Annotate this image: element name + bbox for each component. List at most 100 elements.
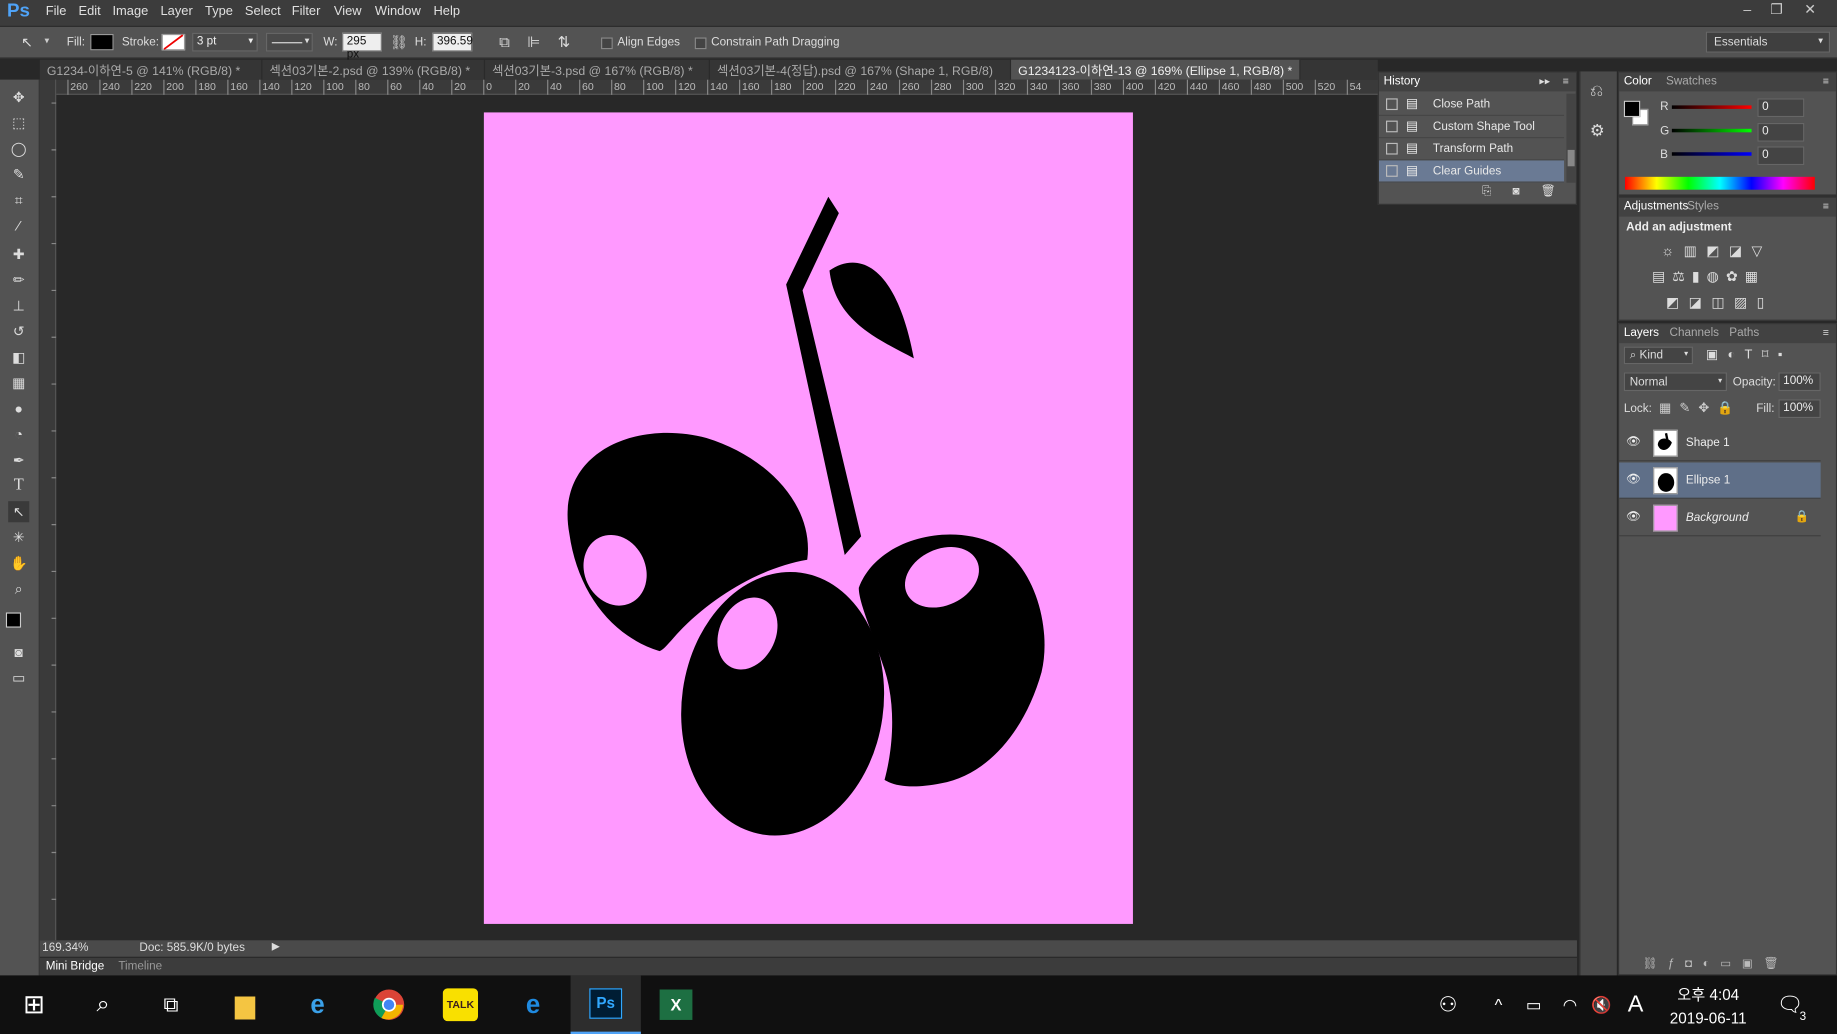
eye-icon[interactable]: 👁 — [1626, 473, 1641, 486]
new-document-from-state-icon[interactable]: ⎘ — [1482, 185, 1491, 198]
path-arrangement-icon[interactable]: ⇅ — [558, 33, 571, 52]
tab-document-5[interactable]: G1234123-이하연-13 @ 169% (Ellipse 1, RGB/8… — [1011, 59, 1301, 80]
menu-layer[interactable]: Layer — [161, 5, 193, 19]
checkbox-icon[interactable] — [1386, 98, 1398, 111]
hand-tool-icon[interactable]: ✋ — [8, 553, 29, 574]
panel-menu-icon[interactable]: ≡ — [1823, 75, 1829, 87]
search-icon[interactable]: ⌕ — [83, 985, 123, 1025]
green-field[interactable]: 0 — [1757, 122, 1805, 142]
tab-document-1[interactable]: G1234-이하연-5 @ 141% (RGB/8) * — [40, 59, 263, 80]
checkbox-icon[interactable] — [1386, 142, 1398, 155]
quick-select-tool-icon[interactable]: ✎ — [8, 164, 29, 185]
tab-document-2[interactable]: 섹션03기본-2.psd @ 139% (RGB/8) * — [262, 59, 486, 80]
tab-mini-bridge[interactable]: Mini Bridge — [46, 960, 105, 973]
pen-tool-icon[interactable]: ✒ — [8, 450, 29, 471]
camera-icon[interactable]: ◙ — [1513, 185, 1520, 198]
tab-layers[interactable]: Layers — [1624, 327, 1659, 340]
kakaotalk-icon[interactable]: TALK — [442, 988, 479, 1022]
brush-tool-icon[interactable]: ✏ — [8, 269, 29, 290]
healing-tool-icon[interactable]: ✚ — [8, 244, 29, 265]
battery-icon[interactable]: ▭ — [1514, 985, 1554, 1025]
move-tool-icon[interactable]: ✥ — [8, 87, 29, 108]
menu-edit[interactable]: Edit — [78, 5, 100, 19]
menu-type[interactable]: Type — [205, 5, 233, 19]
color-spectrum[interactable] — [1625, 176, 1815, 190]
chrome-icon[interactable] — [369, 985, 409, 1025]
adjustment-icons-row-3[interactable]: ◩◪◫▨▯ — [1666, 294, 1774, 310]
tab-history[interactable]: History — [1384, 75, 1420, 88]
foreground-color[interactable] — [5, 612, 22, 628]
screen-mode-icon[interactable]: ▭ — [8, 667, 29, 688]
checkbox-icon[interactable] — [1386, 120, 1398, 133]
file-explorer-icon[interactable]: ▆ — [225, 985, 265, 1025]
history-item[interactable]: ▤ Close Path — [1378, 94, 1565, 116]
excel-icon[interactable]: X — [656, 985, 696, 1025]
layer-actions[interactable]: ⛓ƒ◘◐▭▣🗑 — [1643, 958, 1789, 971]
menu-image[interactable]: Image — [112, 5, 148, 19]
tab-styles[interactable]: Styles — [1687, 200, 1719, 213]
tab-channels[interactable]: Channels — [1670, 327, 1720, 340]
adjustment-icons-row-2[interactable]: ▤⚖▮◍✿▦ — [1652, 268, 1765, 284]
marquee-tool-icon[interactable]: ⬚ — [8, 112, 29, 133]
quick-mask-icon[interactable]: ◙ — [8, 642, 29, 663]
tab-adjustments[interactable]: Adjustments — [1624, 200, 1688, 213]
panel-menu-icon[interactable]: ≡ — [1563, 75, 1569, 87]
tab-document-3[interactable]: 섹션03기본-3.psd @ 167% (RGB/8) * — [485, 59, 710, 80]
workspace-dropdown[interactable]: Essentials ▾ — [1705, 31, 1831, 53]
menu-select[interactable]: Select — [245, 5, 281, 19]
windows-start-icon[interactable]: ⊞ — [14, 985, 54, 1025]
photoshop-taskbar-item[interactable]: Ps — [570, 975, 641, 1034]
play-icon[interactable]: ▶ — [272, 940, 280, 953]
path-selection-tool-icon[interactable]: ↖ — [8, 501, 30, 523]
layer-shape-1[interactable]: 👁 Shape 1 — [1619, 425, 1821, 462]
shape-tool-icon[interactable]: ✳ — [8, 527, 29, 548]
layer-filter-icons[interactable]: ▣◐T⌑▪ — [1706, 347, 1792, 362]
layer-filter-kind[interactable]: ⌕ Kind ▾ — [1623, 346, 1693, 365]
type-tool-icon[interactable]: T — [8, 475, 29, 496]
history-item[interactable]: ▤ Custom Shape Tool — [1378, 116, 1565, 139]
eye-icon[interactable]: 👁 — [1626, 436, 1641, 449]
edge-icon[interactable]: e — [513, 985, 553, 1025]
collapse-icon[interactable]: ▸▸ — [1539, 75, 1550, 88]
gradient-tool-icon[interactable]: ▦ — [8, 372, 29, 393]
width-field[interactable]: 295 px — [342, 32, 382, 61]
checkbox-icon[interactable] — [1386, 165, 1398, 177]
fill-field[interactable]: 100% — [1778, 399, 1821, 419]
restore-icon[interactable]: ❐ — [1770, 1, 1783, 17]
lasso-tool-icon[interactable]: ◯ — [8, 138, 29, 159]
history-panel-icon[interactable]: ⎌ — [1590, 81, 1603, 101]
tab-swatches[interactable]: Swatches — [1666, 75, 1717, 88]
chevron-up-icon[interactable]: ^ — [1479, 985, 1519, 1025]
chevron-down-icon[interactable]: ▾ — [248, 35, 253, 46]
tab-timeline[interactable]: Timeline — [118, 960, 162, 973]
red-slider[interactable] — [1671, 105, 1752, 109]
height-field[interactable]: 396.59 — [432, 32, 473, 52]
constrain-checkbox[interactable] — [694, 37, 707, 50]
zoom-tool-icon[interactable]: ⌕ — [8, 578, 29, 599]
minimize-icon[interactable]: – — [1743, 1, 1751, 17]
eyedropper-tool-icon[interactable]: ⁄ — [8, 215, 29, 236]
menu-help[interactable]: Help — [433, 5, 460, 19]
stamp-tool-icon[interactable]: ⊥ — [8, 295, 29, 316]
close-icon[interactable]: ✕ — [1804, 1, 1816, 17]
fill-swatch[interactable] — [90, 33, 114, 51]
task-view-icon[interactable]: ⧉ — [151, 985, 191, 1025]
path-operations-icon[interactable]: ⧉ — [499, 33, 510, 52]
eye-icon[interactable]: 👁 — [1626, 511, 1641, 524]
menu-view[interactable]: View — [334, 5, 362, 19]
history-scrollbar[interactable] — [1566, 93, 1576, 183]
history-item[interactable]: ▤ Transform Path — [1378, 138, 1565, 161]
tab-paths[interactable]: Paths — [1729, 327, 1759, 340]
menu-file[interactable]: File — [46, 5, 67, 19]
clock[interactable]: 오후 4:04 2019-06-11 — [1657, 982, 1760, 1027]
foreground-color[interactable] — [1623, 100, 1641, 118]
green-slider[interactable] — [1671, 128, 1752, 133]
path-selection-tool-icon[interactable]: ↖ — [21, 34, 33, 50]
red-field[interactable]: 0 — [1757, 98, 1805, 118]
blue-slider[interactable] — [1671, 152, 1752, 156]
tab-document-4[interactable]: 섹션03기본-4(정답).psd @ 167% (Shape 1, RGB/8) — [710, 59, 1012, 80]
blend-mode-dropdown[interactable]: Normal ▾ — [1623, 372, 1727, 392]
adjustment-icons-row-1[interactable]: ☼▥◩◪▽ — [1661, 242, 1771, 258]
align-edges-checkbox[interactable] — [601, 37, 613, 50]
chevron-down-icon[interactable]: ▾ — [45, 35, 50, 46]
